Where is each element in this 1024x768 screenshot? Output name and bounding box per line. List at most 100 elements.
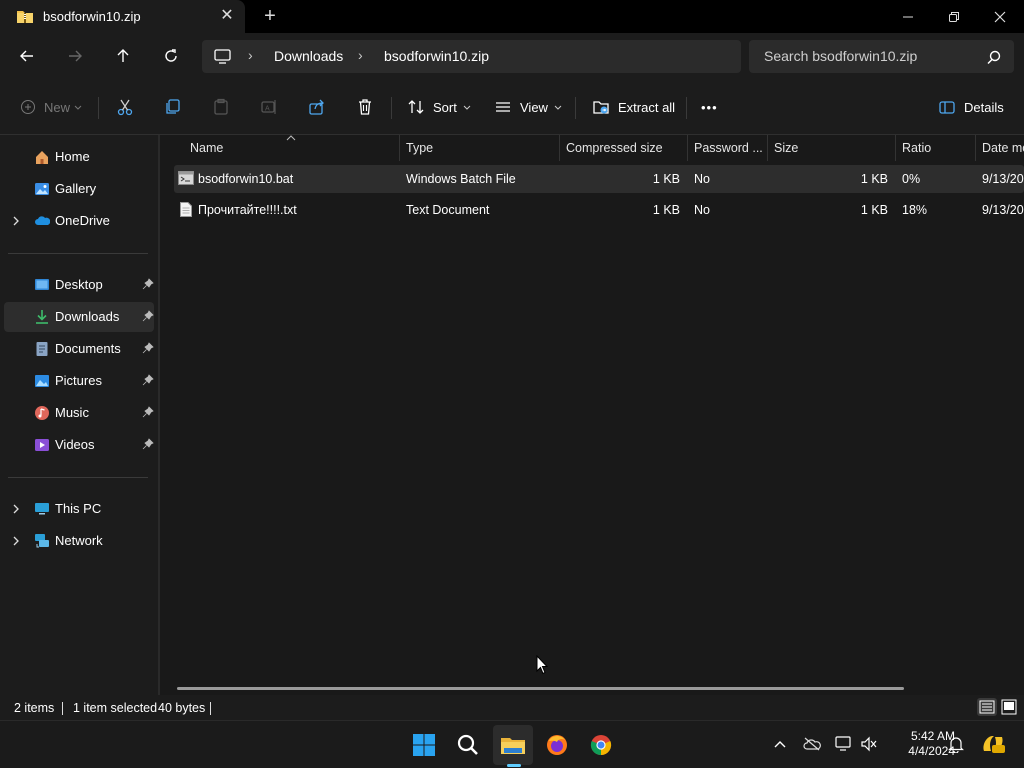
rename-button[interactable]: A [260,93,278,121]
sidebar-item-this-pc[interactable]: This PC [4,494,154,524]
volume-tray-button[interactable] [859,734,879,754]
pin-icon[interactable] [142,438,154,450]
notifications-button[interactable] [946,734,966,754]
date-modified: 9/13/202 [982,172,1024,186]
extract-all-button[interactable]: Extract all [592,93,675,121]
chevron-right-icon[interactable] [10,534,22,548]
sidebar-item-label: Pictures [55,373,102,388]
search-box[interactable]: Search bsodforwin10.zip [749,40,1014,73]
more-options-button[interactable]: ••• [701,93,718,121]
close-tab-button[interactable]: ✕ [218,6,236,26]
pin-icon[interactable] [142,406,154,418]
sidebar-item-pictures[interactable]: Pictures [4,366,154,396]
file-list: Name Type Compressed size Password ... S… [160,135,1024,695]
column-header-password[interactable]: Password ... [694,135,763,161]
sidebar-item-label: Music [55,405,89,420]
start-button[interactable] [404,725,444,765]
column-divider[interactable] [975,135,976,161]
arrow-right-icon [69,50,82,62]
breadcrumb-separator: › [358,47,363,63]
restore-icon [949,11,959,22]
sidebar-item-label: This PC [55,501,102,516]
sidebar-item-gallery[interactable]: Gallery [4,174,154,204]
details-view-button[interactable] [977,698,997,716]
chevron-right-icon[interactable] [10,502,22,516]
horizontal-scrollbar[interactable] [177,687,904,690]
sidebar-item-videos[interactable]: Videos [4,430,154,460]
column-divider[interactable] [559,135,560,161]
restore-button[interactable] [931,0,977,33]
back-button[interactable] [12,41,42,71]
sidebar-item-onedrive[interactable]: OneDrive [4,206,154,236]
onedrive-icon [35,216,50,225]
large-icons-view-button[interactable] [999,698,1019,716]
pin-icon[interactable] [142,310,154,322]
compression-ratio: 18% [902,203,928,217]
taskbar-search-button[interactable] [448,725,488,765]
search-icon [987,50,1001,65]
column-header-date-modified[interactable]: Date mo [982,135,1024,161]
divider [391,97,392,119]
column-header-name[interactable]: Name [190,135,223,161]
copilot-button[interactable] [980,731,1006,757]
table-row[interactable]: Прочитайте!!!!.txt Text Document 1 KB No… [174,196,1024,224]
sidebar-item-network[interactable]: Network [4,526,154,556]
details-button[interactable]: Details [938,93,1004,121]
new-tab-button[interactable]: + [259,5,281,27]
onedrive-tray-button[interactable] [802,734,822,754]
file-size: 1 KB [860,172,888,186]
network-tray-button[interactable] [834,734,854,754]
refresh-button[interactable] [156,41,186,71]
copy-button[interactable] [164,93,182,121]
table-row[interactable]: bsodforwin10.bat Windows Batch File 1 KB… [174,165,1024,193]
cut-button[interactable] [116,93,134,121]
sort-button[interactable]: Sort [407,93,471,121]
column-header-compressed-size[interactable]: Compressed size [566,135,663,161]
column-divider[interactable] [687,135,688,161]
batch-file-icon [178,171,194,185]
chevron-down-icon [74,105,82,110]
close-icon [994,11,1006,22]
file-explorer-taskbar-button[interactable] [493,725,533,765]
sidebar-item-documents[interactable]: Documents [4,334,154,364]
forward-button[interactable] [60,41,90,71]
sidebar-item-desktop[interactable]: Desktop [4,270,154,300]
sidebar-item-downloads[interactable]: Downloads [4,302,154,332]
sidebar-item-label: Network [55,533,103,548]
column-header-size[interactable]: Size [774,135,798,161]
view-button[interactable]: View [494,93,562,121]
scissors-icon [117,99,133,116]
up-button[interactable] [108,41,138,71]
column-divider[interactable] [895,135,896,161]
paste-button[interactable] [212,93,230,121]
pictures-icon [35,375,49,387]
column-divider[interactable] [767,135,768,161]
column-header-type[interactable]: Type [406,135,433,161]
status-divider [210,702,211,715]
close-window-button[interactable] [977,0,1023,33]
firefox-taskbar-button[interactable] [537,725,577,765]
delete-button[interactable] [356,93,374,121]
new-button[interactable]: New [20,93,82,121]
pin-icon[interactable] [142,374,154,386]
column-header-ratio[interactable]: Ratio [902,135,931,161]
share-button[interactable] [308,93,326,121]
taskbar-clock[interactable]: 5:42 AM 4/4/2024 [885,729,955,759]
chrome-taskbar-button[interactable] [581,725,621,765]
sidebar-item-home[interactable]: Home [4,142,154,172]
sort-icon [408,100,424,114]
breadcrumb-downloads[interactable]: Downloads [274,48,343,64]
home-icon [36,151,48,164]
window-tab[interactable]: bsodforwin10.zip ✕ [0,0,245,33]
address-bar[interactable]: › Downloads › bsodforwin10.zip [202,40,741,73]
sidebar-item-label: OneDrive [55,213,110,228]
column-divider[interactable] [399,135,400,161]
pin-icon[interactable] [142,342,154,354]
chevron-right-icon[interactable] [10,214,22,228]
sidebar-item-music[interactable]: Music [4,398,154,428]
show-hidden-icons-button[interactable] [770,734,790,754]
network-status-icon [835,736,851,751]
breadcrumb-zip[interactable]: bsodforwin10.zip [384,48,489,64]
pin-icon[interactable] [142,278,154,290]
minimize-button[interactable] [885,0,931,33]
